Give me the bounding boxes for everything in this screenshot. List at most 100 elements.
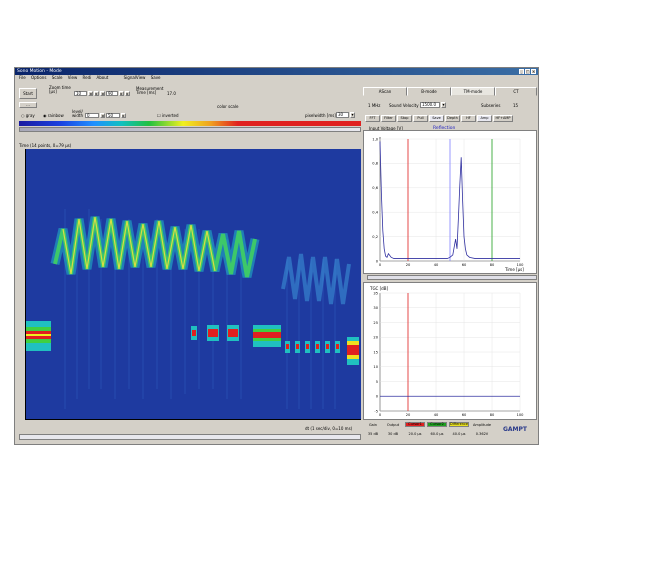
status-label-output: Output [386,423,400,427]
tmode-bottom-axis [25,419,361,420]
status-value-amplitude: 0.362V [475,432,489,436]
y-tick-label: 0,2 [372,235,378,239]
zoom-time-label: Zoom time [µs] [49,85,71,94]
menu-scale[interactable]: Scale [52,75,63,80]
menu-about[interactable]: About [97,75,109,80]
status-value-cursor1: 20.0 µs [408,432,422,436]
subseries-value: 15 [513,103,519,108]
maximize-icon[interactable]: □ [525,69,530,74]
ascan-chart: 00,20,40,60,81,00 20 40 60 80 100 [372,137,524,267]
tgc-chart: -5051015202530350 20 40 60 80 100 [373,291,524,417]
start-button[interactable]: Start [19,88,37,99]
status-label-difference: Difference [450,422,469,426]
pixelwidth-label: pixelwidth [ms] [305,113,336,118]
x-tick-label: 0 [379,263,382,267]
zoom-to-fwd-icon[interactable]: ▸ [125,91,130,96]
x-tick-label: 60 [462,263,467,267]
zoom-to-left-icon[interactable]: ◂ [100,91,105,96]
y-tick-label: 0 [376,395,379,399]
x-tick-label: 20 [406,263,411,267]
status-label-gain: Gain [368,423,378,427]
width-label: width [72,113,84,118]
level-field[interactable]: 0 [85,113,99,118]
y-tick-label: 30 [373,306,378,310]
width-stepper-icon[interactable]: ▸ [121,113,126,118]
radio-rainbow[interactable]: ◉ rainbow [43,113,64,118]
ascan-scrollbar[interactable] [367,275,537,280]
zoom-from-field[interactable]: 10 [74,91,87,96]
x-tick-label: 20 [406,413,411,417]
filter-button[interactable]: Filter [381,115,396,122]
y-tick-label: 15 [373,350,378,354]
status-value-output: 30 dB [387,432,399,436]
stop-button[interactable]: Stop [397,115,412,122]
color-scale-slider[interactable] [19,127,361,132]
level-stepper-icon[interactable]: ◂ [100,113,105,118]
ascan-xlabel: Time [µs] [505,267,524,272]
menu-save[interactable]: Save [151,75,161,80]
measurement-time-label: Measurement Time [ms] [136,86,164,95]
sound-velocity-stepper-icon[interactable]: ▾ [441,102,446,108]
pull-button[interactable]: Pull [413,115,428,122]
zoom-from-right-icon[interactable]: ▸ [94,91,99,96]
inverted-checkbox[interactable]: ☐ inverted [157,113,179,118]
status-label-cursor2: Cursor2 [430,422,444,426]
tab-bmode[interactable]: B-mode [407,87,451,96]
close-icon[interactable]: × [531,69,536,74]
small-button[interactable]: ... [19,102,37,108]
fft-button[interactable]: FFT [365,115,380,122]
radio-gray[interactable]: ○ gray [21,113,35,118]
cursor2-swatch: Cursor2 [427,422,447,427]
x-tick-label: 60 [462,413,467,417]
amp-button[interactable]: Amp [477,115,492,122]
title-bar[interactable]: Sono Motion - Mode _ □ × [15,68,538,75]
pixelwidth-field[interactable]: 30 [336,112,349,118]
tmode-footer: dt (1 sec/div, 0=10 ms) [305,426,353,431]
x-tick-label: 0 [379,413,382,417]
menu-options[interactable]: Options [31,75,46,80]
tmode-left-axis [23,149,26,419]
x-tick-label: 80 [490,263,495,267]
minimize-icon[interactable]: _ [519,69,524,74]
tab-tmmode[interactable]: TM-mode [451,87,495,96]
status-value-gain: 35 dB [367,432,379,436]
tmode-scrollbar[interactable] [19,434,361,440]
pixelwidth-stepper-icon[interactable]: ▾ [350,112,355,118]
y-tick-label: 5 [376,380,378,384]
measurement-time-value: 17.0 [167,91,176,96]
save-button[interactable]: Save [429,115,444,122]
zoom-from-left-icon[interactable]: ◂ [88,91,93,96]
y-tick-label: 0,4 [372,211,378,215]
menu-file[interactable]: File [19,75,26,80]
status-label-cursor1: Cursor1 [408,422,422,426]
tmode-image [25,149,361,419]
tab-ascan[interactable]: AScan [363,87,407,96]
zoom-to-field[interactable]: 90 [106,91,118,96]
color-scale-bar [19,121,361,126]
status-value-cursor2: 60.0 µs [430,432,444,436]
x-tick-label: 40 [434,263,439,267]
y-tick-label: 1,0 [372,137,378,141]
level-width-label: level/ width [72,109,84,118]
menu-view[interactable]: View [68,75,78,80]
tab-ct[interactable]: CT [495,87,537,96]
hf-button[interactable]: HF [461,115,476,122]
inverted-label: inverted [161,113,179,118]
cursor1-swatch: Cursor1 [405,422,425,427]
sound-velocity-field[interactable]: 1500.0 [420,102,440,108]
y-tick-label: 0,8 [372,162,378,166]
probe-label: 1 MHz [368,103,381,108]
status-label-amplitude: Amplitude [473,423,491,427]
menu-bar: File Options Scale View Redi About Signa… [15,75,538,81]
gray-label: gray [25,113,35,118]
hf-amp-button[interactable]: HF+AMP [493,115,513,122]
depth-button[interactable]: Depth [445,115,460,122]
y-tick-label: 0,6 [372,186,378,190]
width-field[interactable]: 50 [106,113,120,118]
zoom-to-right-icon[interactable]: ▸ [119,91,124,96]
menu-signalview[interactable]: SignalView [124,75,146,80]
rainbow-label: rainbow [47,113,64,118]
menu-redi[interactable]: Redi [83,75,92,80]
status-value-difference: 40.0 µs [452,432,466,436]
y-tick-label: 25 [373,321,378,325]
